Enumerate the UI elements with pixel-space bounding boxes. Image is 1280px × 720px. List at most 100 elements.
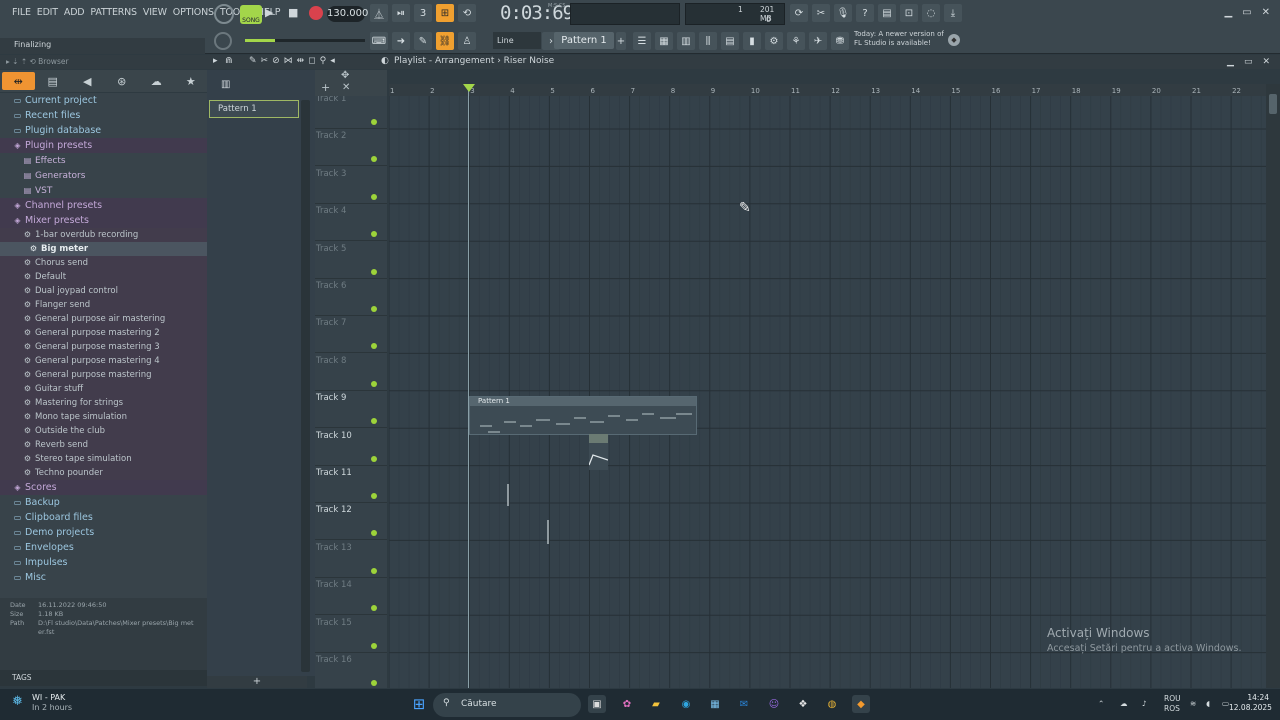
browser-item[interactable]: ⚙ Flanger send bbox=[0, 298, 207, 312]
track-header[interactable]: Track 7 bbox=[315, 316, 387, 354]
track-mute-indicator[interactable] bbox=[371, 306, 377, 312]
store-app-icon[interactable]: ▦ bbox=[706, 695, 724, 713]
track-header[interactable]: Track 15 bbox=[315, 616, 387, 653]
track-header[interactable]: Track 1 bbox=[315, 96, 387, 129]
add-pattern-icon[interactable]: + bbox=[616, 32, 626, 50]
browser-item[interactable]: ⚙ Chorus send bbox=[0, 256, 207, 270]
tempo-display[interactable]: 130.000 bbox=[327, 6, 368, 22]
browser-item[interactable]: ◈ Channel presets bbox=[0, 198, 207, 213]
record-icon[interactable] bbox=[309, 6, 323, 20]
track-mute-indicator[interactable] bbox=[371, 343, 377, 350]
master-pitch-knob[interactable] bbox=[214, 32, 232, 50]
keyboard-language[interactable]: ROU ROS bbox=[1164, 694, 1181, 714]
add-track-icon[interactable]: + bbox=[321, 81, 330, 94]
track-mute-indicator[interactable] bbox=[371, 268, 377, 275]
browser-item[interactable]: ▭ Current project bbox=[0, 93, 207, 108]
metronome-icon[interactable]: ⏅ bbox=[370, 4, 388, 22]
news-link-icon[interactable]: ◆ bbox=[948, 34, 960, 46]
delete-track-icon[interactable]: ✕ bbox=[342, 82, 350, 93]
browser-item[interactable]: ◈ Plugin presets bbox=[0, 138, 207, 153]
playlist-maximize-icon[interactable]: ▭ bbox=[1244, 57, 1253, 67]
volume-icon[interactable]: ◖ bbox=[1206, 699, 1210, 709]
pattern-selector[interactable]: Pattern 1 bbox=[554, 32, 614, 49]
track-header[interactable]: Track 10 bbox=[315, 429, 387, 466]
pattern-picker-item[interactable]: Pattern 1 bbox=[209, 100, 299, 118]
network-icon[interactable]: ☁ bbox=[1120, 699, 1128, 709]
pencil-icon[interactable]: ✎ bbox=[414, 32, 432, 50]
undo-icon[interactable]: ⟳ bbox=[790, 4, 808, 22]
stop-icon[interactable]: ■ bbox=[288, 6, 298, 19]
menu-edit[interactable]: EDIT bbox=[37, 7, 58, 18]
track-mute-indicator[interactable] bbox=[371, 605, 377, 612]
playlist-icon[interactable]: ☰ bbox=[633, 32, 651, 50]
playlist-menu-icon[interactable]: ▸ bbox=[213, 56, 218, 66]
snap-magnet-icon[interactable]: ⛓ bbox=[436, 32, 454, 50]
piano-roll-window-icon[interactable]: ▦ bbox=[655, 32, 673, 50]
outlook-icon[interactable]: ✉ bbox=[735, 695, 753, 713]
track-header[interactable]: Track 3 bbox=[315, 167, 387, 204]
browser-tab-project-icon[interactable]: ▤ bbox=[37, 72, 70, 90]
project-icon[interactable]: ▮ bbox=[743, 32, 761, 50]
browser-tab-all-icon[interactable]: ⇹ bbox=[2, 72, 35, 90]
blend-recording-icon[interactable]: ⊞ bbox=[436, 4, 454, 22]
plugin-icon[interactable]: ⊡ bbox=[900, 4, 918, 22]
track-mute-indicator[interactable] bbox=[371, 680, 377, 686]
track-mute-indicator[interactable] bbox=[371, 567, 377, 574]
playlist-minimize-icon[interactable]: ▁ bbox=[1227, 57, 1234, 67]
browser-item[interactable]: ⚙ Mastering for strings bbox=[0, 396, 207, 410]
chat-icon[interactable]: ◌ bbox=[922, 4, 940, 22]
wifi-icon[interactable]: ≋ bbox=[1190, 699, 1196, 709]
browser-tab-favorites-icon[interactable]: ★ bbox=[175, 72, 208, 90]
track-mute-indicator[interactable] bbox=[371, 119, 377, 125]
track-header[interactable]: Track 14 bbox=[315, 578, 387, 616]
store-icon[interactable]: ⛃ bbox=[831, 32, 849, 50]
track-header[interactable]: Track 5 bbox=[315, 242, 387, 279]
countdown-icon[interactable]: 3 bbox=[414, 4, 432, 22]
browser-item[interactable]: ▭ Recent files bbox=[0, 108, 207, 123]
move-view-icon[interactable]: ✥ bbox=[341, 70, 349, 81]
menu-file[interactable]: FILE bbox=[12, 7, 31, 18]
browser-icon[interactable]: ▤ bbox=[721, 32, 739, 50]
playhead-marker[interactable] bbox=[463, 84, 475, 92]
discord-icon[interactable]: ☺ bbox=[765, 695, 783, 713]
channel-rack-icon[interactable]: ▥ bbox=[677, 32, 695, 50]
pattern-clip[interactable]: Pattern 1 bbox=[469, 396, 697, 435]
track-mute-indicator[interactable] bbox=[371, 493, 377, 499]
browser-item[interactable]: ⚙ General purpose mastering 2 bbox=[0, 326, 207, 340]
fl-studio-icon[interactable]: ◆ bbox=[852, 695, 870, 713]
browser-item[interactable]: ▤ Effects bbox=[0, 153, 207, 168]
task-view-icon[interactable]: ▣ bbox=[588, 695, 606, 713]
edge-icon[interactable]: ◉ bbox=[677, 695, 695, 713]
browser-item[interactable]: ⚙ Reverb send bbox=[0, 438, 207, 452]
track-header[interactable]: Track 11 bbox=[315, 466, 387, 503]
track-header[interactable]: Track 2 bbox=[315, 129, 387, 167]
browser-item[interactable]: ⚙ General purpose mastering 3 bbox=[0, 340, 207, 354]
menu-view[interactable]: VIEW bbox=[143, 7, 167, 18]
track-header[interactable]: Track 16 bbox=[315, 653, 387, 688]
download-icon[interactable]: ⤓ bbox=[944, 4, 962, 22]
save-icon[interactable]: ▤ bbox=[878, 4, 896, 22]
playlist-close-icon[interactable]: ✕ bbox=[1262, 57, 1270, 67]
browser-item[interactable]: ⚙ Default bbox=[0, 270, 207, 284]
arrow-icon[interactable]: ➜ bbox=[392, 32, 410, 50]
track-mute-indicator[interactable] bbox=[371, 455, 377, 462]
playlist-scrollbar[interactable] bbox=[1266, 84, 1280, 688]
browser-item[interactable]: ▭ Clipboard files bbox=[0, 510, 207, 525]
mixer-icon[interactable]: ⫼ bbox=[699, 32, 717, 50]
track-header[interactable]: Track 12 bbox=[315, 503, 387, 541]
loop-record-icon[interactable]: ⟲ bbox=[458, 4, 476, 22]
add-pattern-button[interactable]: + bbox=[207, 676, 307, 688]
track-header[interactable]: Track 13 bbox=[315, 541, 387, 578]
track-mute-indicator[interactable] bbox=[371, 231, 377, 238]
browser-item[interactable]: ▭ Misc bbox=[0, 570, 207, 585]
microphone-icon[interactable]: 🎙 bbox=[834, 4, 852, 22]
help-icon[interactable]: ? bbox=[856, 4, 874, 22]
automation-clip[interactable] bbox=[588, 434, 609, 470]
menu-patterns[interactable]: PATTERNS bbox=[90, 7, 137, 18]
track-mute-indicator[interactable] bbox=[371, 156, 377, 163]
chrome-icon[interactable]: ◍ bbox=[823, 695, 841, 713]
tips-icon[interactable]: ✈ bbox=[809, 32, 827, 50]
tags-field[interactable]: TAGS bbox=[0, 670, 207, 686]
pattern-picker-scrollbar[interactable] bbox=[301, 100, 310, 672]
play-icon[interactable]: ▶ bbox=[265, 6, 273, 19]
